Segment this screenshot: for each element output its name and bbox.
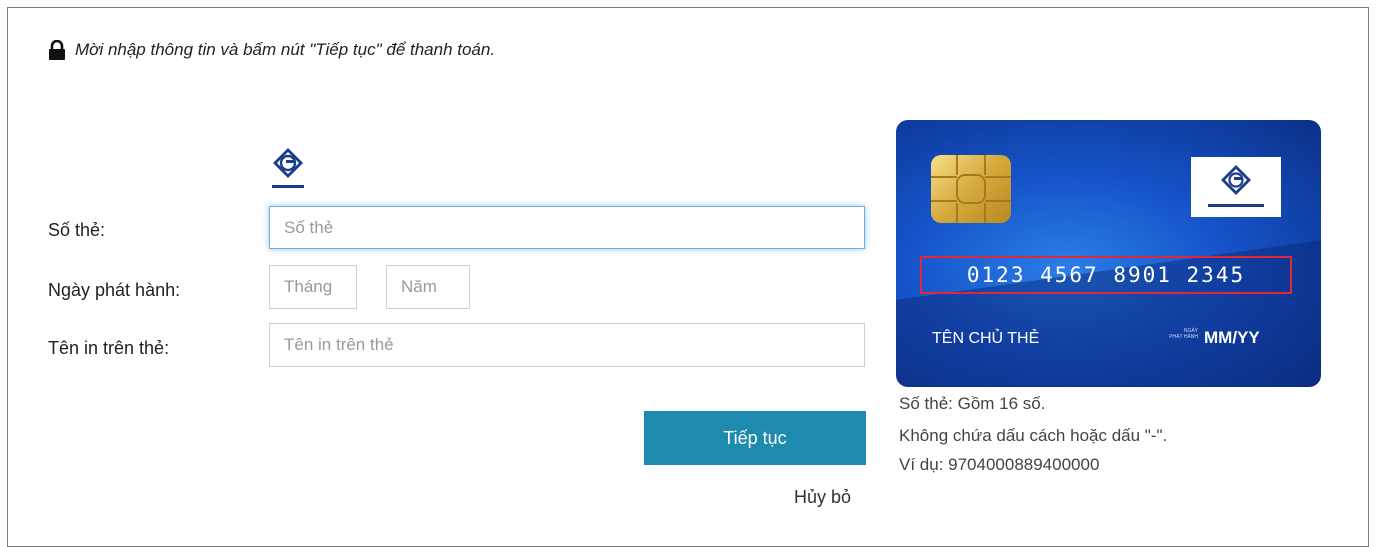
cancel-link[interactable]: Hủy bỏ <box>794 487 851 508</box>
chip-icon <box>931 155 1011 223</box>
issue-month-input[interactable] <box>269 265 357 309</box>
card-issue-label: NGÀY PHÁT HÀNH <box>1169 328 1198 340</box>
card-number-label: Số thẻ: <box>48 220 106 240</box>
hint-line-2: Không chứa dấu cách hoặc dấu "-". <box>899 426 1168 445</box>
card-number-sample: 0123 4567 8901 2345 <box>966 263 1246 287</box>
saigonbank-logo <box>272 148 304 188</box>
issue-date-label: Ngày phát hành: <box>48 280 181 300</box>
card-illustration: 0123 4567 8901 2345 TÊN CHỦ THẺ NGÀY PHÁ… <box>896 120 1321 387</box>
hint-line-1: Số thẻ: Gồm 16 số. <box>899 394 1046 413</box>
instruction-notice: Mời nhập thông tin và bấm nút "Tiếp tục"… <box>48 40 495 60</box>
cardholder-name-input[interactable] <box>269 323 865 367</box>
card-holder-name: TÊN CHỦ THẺ <box>932 330 1040 347</box>
lock-icon <box>49 40 65 60</box>
continue-button[interactable]: Tiếp tục <box>644 411 866 465</box>
card-expiry: MM/YY <box>1204 328 1260 347</box>
card-number-highlight: 0123 4567 8901 2345 <box>920 256 1292 294</box>
card-bank-logo <box>1191 157 1281 217</box>
issue-year-input[interactable] <box>386 265 470 309</box>
card-number-input[interactable] <box>269 206 865 249</box>
hint-line-3: Ví dụ: 9704000889400000 <box>899 455 1100 474</box>
cardholder-name-label: Tên in trên thẻ: <box>48 338 170 358</box>
instruction-text: Mời nhập thông tin và bấm nút "Tiếp tục"… <box>75 40 496 59</box>
